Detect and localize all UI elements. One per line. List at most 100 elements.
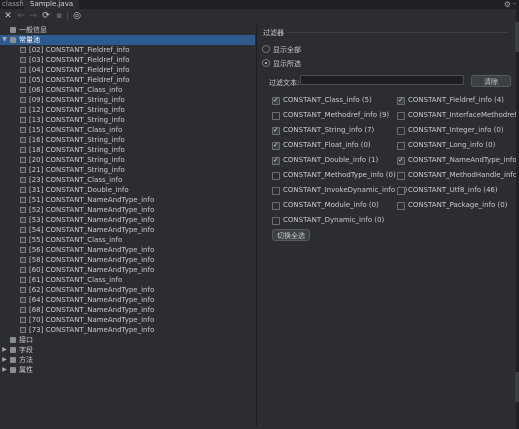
tree-node-methods[interactable]: ▶ 方法 (0, 355, 255, 365)
tree-node-constant[interactable]: [13] CONSTANT_String_info (0, 115, 255, 125)
tree-node-constant[interactable]: [54] CONSTANT_NameAndType_info (0, 225, 255, 235)
constant-icon (20, 157, 26, 163)
constant-icon (20, 97, 26, 103)
filter-checkbox[interactable] (397, 156, 405, 165)
forward-icon[interactable]: → (27, 10, 39, 22)
tree-node-constant[interactable]: [12] CONSTANT_String_info (0, 105, 255, 115)
tree-node-fields[interactable]: ▶ 字段 (0, 345, 255, 355)
filter-checkbox-label: CONSTANT_Package_info (0) (408, 201, 508, 209)
filter-checkbox-label: CONSTANT_NameAndType_info (12) (408, 156, 519, 164)
filter-checkbox[interactable] (397, 112, 405, 120)
tree-node-constant[interactable]: [52] CONSTANT_NameAndType_info (0, 205, 255, 215)
tree-node-attributes[interactable]: ▶ 属性 (0, 365, 255, 375)
tree-node-label: [03] CONSTANT_Fieldref_info (29, 56, 130, 64)
constant-icon (20, 217, 26, 223)
tree-node-constant[interactable]: [51] CONSTANT_NameAndType_info (0, 195, 255, 205)
tree-node-label: [09] CONSTANT_String_info (29, 96, 125, 104)
clear-button[interactable]: 清除 (471, 75, 511, 87)
tree-node-general[interactable]: 一般信息 (0, 25, 255, 35)
filter-checkbox[interactable] (397, 127, 405, 135)
tree-node-constant[interactable]: [23] CONSTANT_Class_info (0, 175, 255, 185)
show-all-label: 显示全部 (273, 46, 301, 54)
toggle-select-all-button[interactable]: 切换全选 (272, 229, 310, 241)
filter-checkbox[interactable] (272, 217, 280, 225)
constant-icon (20, 107, 26, 113)
filter-text-input[interactable] (300, 75, 464, 85)
filter-checkbox[interactable] (272, 187, 280, 195)
constant-icon (20, 127, 26, 133)
chevron-right-icon[interactable]: ▶ (1, 345, 8, 355)
show-selected-radio[interactable] (262, 59, 270, 67)
tree-node-constant[interactable]: [15] CONSTANT_Class_info (0, 125, 255, 135)
tree-node-constant[interactable]: [21] CONSTANT_String_info (0, 165, 255, 175)
back-icon[interactable]: ← (15, 10, 27, 22)
folder-icon (10, 37, 16, 43)
filter-checkbox[interactable] (272, 202, 280, 210)
tree-node-label: [73] CONSTANT_NameAndType_info (29, 326, 155, 334)
filter-checkbox[interactable] (397, 172, 405, 180)
filter-checkbox[interactable] (272, 96, 280, 105)
tree-node-constant[interactable]: [16] CONSTANT_String_info (0, 135, 255, 145)
tree-node-interfaces[interactable]: 接口 (0, 335, 255, 345)
filter-checkbox[interactable] (272, 141, 280, 150)
tree-node-constant[interactable]: [53] CONSTANT_NameAndType_info (0, 215, 255, 225)
filter-checkbox-label: CONSTANT_Module_info (0) (283, 201, 379, 209)
refresh-icon[interactable]: ⟳ (40, 10, 52, 22)
tree-node-constant[interactable]: [05] CONSTANT_Fieldref_info (0, 75, 255, 85)
tree-node-constant[interactable]: [70] CONSTANT_NameAndType_info (0, 315, 255, 325)
chevron-down-icon[interactable]: ▼ (1, 35, 8, 45)
tree-node-constant[interactable]: [20] CONSTANT_String_info (0, 155, 255, 165)
tree-node-constant[interactable]: [04] CONSTANT_Fieldref_info (0, 65, 255, 75)
tree-node-label: [58] CONSTANT_NameAndType_info (29, 256, 155, 264)
tree-node-constant-pool[interactable]: ▼ 常量池 (0, 35, 255, 45)
constant-icon (20, 297, 26, 303)
filter-checkbox[interactable] (272, 172, 280, 180)
tree-node-constant[interactable]: [62] CONSTANT_NameAndType_info (0, 285, 255, 295)
tree-node-label: [16] CONSTANT_String_info (29, 136, 125, 144)
tree-node-constant[interactable]: [58] CONSTANT_NameAndType_info (0, 255, 255, 265)
tree-node-constant[interactable]: [31] CONSTANT_Double_info (0, 185, 255, 195)
tool-window-tab[interactable] (515, 372, 519, 402)
filter-checkbox[interactable] (397, 187, 405, 195)
chevron-right-icon[interactable]: ▶ (1, 355, 8, 365)
toolbar-divider (67, 12, 68, 20)
filter-checkbox[interactable] (272, 156, 280, 165)
close-icon[interactable]: ✕ (2, 10, 14, 22)
constant-icon (20, 257, 26, 263)
class-structure-tree: 一般信息 ▼ 常量池 [02] CONSTANT_Fieldref_info [0… (0, 23, 255, 427)
filter-checkbox[interactable] (397, 202, 405, 210)
tree-node-constant[interactable]: [09] CONSTANT_String_info (0, 95, 255, 105)
filter-checkbox-label: CONSTANT_Long_info (0) (408, 141, 496, 149)
tree-node-constant[interactable]: [06] CONSTANT_Class_info (0, 85, 255, 95)
constant-icon (20, 67, 26, 73)
toolbar: ✕ ← → ⟳ ▪ ◎ (0, 9, 516, 24)
filter-checkbox[interactable] (397, 96, 405, 105)
chevron-right-icon[interactable]: ▶ (1, 365, 8, 375)
filter-checkbox[interactable] (397, 142, 405, 150)
tree-node-constant[interactable]: [60] CONSTANT_NameAndType_info (0, 265, 255, 275)
tool-window-tab[interactable] (515, 22, 519, 52)
tree-node-constant[interactable]: [68] CONSTANT_NameAndType_info (0, 305, 255, 315)
tree-node-constant[interactable]: [18] CONSTANT_String_info (0, 145, 255, 155)
tree-node-label: [68] CONSTANT_NameAndType_info (29, 306, 155, 314)
tree-node-constant[interactable]: [02] CONSTANT_Fieldref_info (0, 45, 255, 55)
tree-node-constant[interactable]: [61] CONSTANT_Class_info (0, 275, 255, 285)
divider (287, 32, 509, 33)
tree-node-label: [15] CONSTANT_Class_info (29, 126, 123, 134)
save-icon[interactable]: ▪ (53, 10, 65, 22)
tree-node-constant[interactable]: [55] CONSTANT_Class_info (0, 235, 255, 245)
tree-node-label: [06] CONSTANT_Class_info (29, 86, 123, 94)
tree-node-constant[interactable]: [56] CONSTANT_NameAndType_info (0, 245, 255, 255)
tree-node-constant[interactable]: [03] CONSTANT_Fieldref_info (0, 55, 255, 65)
show-all-radio[interactable] (262, 45, 270, 53)
tree-node-label: [53] CONSTANT_NameAndType_info (29, 216, 155, 224)
globe-icon[interactable]: ◎ (71, 10, 83, 22)
gear-icon[interactable]: ⚙ (504, 0, 511, 9)
filter-text-label: 过滤文本: (269, 79, 300, 87)
constant-icon (20, 47, 26, 53)
tree-node-label: [18] CONSTANT_String_info (29, 146, 125, 154)
tree-node-constant[interactable]: [73] CONSTANT_NameAndType_info (0, 325, 255, 335)
filter-checkbox[interactable] (272, 112, 280, 120)
filter-checkbox[interactable] (272, 126, 280, 135)
tree-node-constant[interactable]: [64] CONSTANT_NameAndType_info (0, 295, 255, 305)
